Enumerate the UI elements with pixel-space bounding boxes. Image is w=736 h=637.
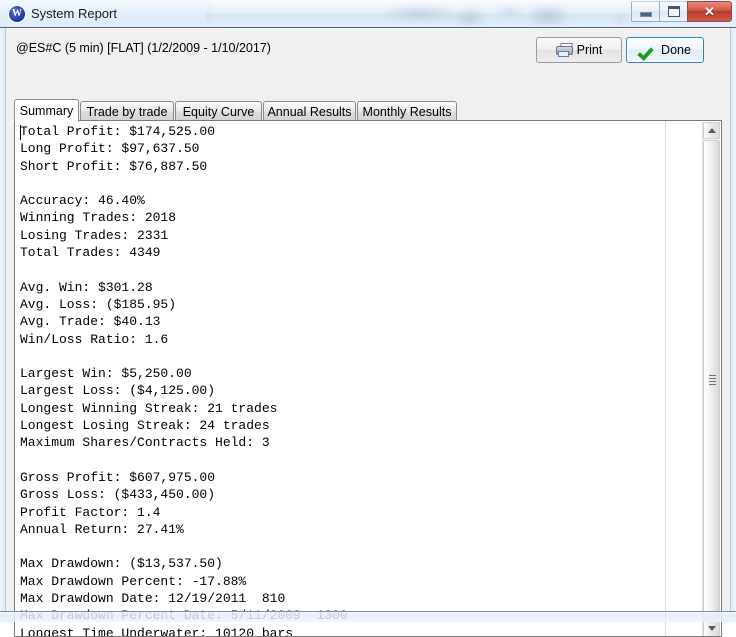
checkmark-icon — [639, 43, 656, 58]
done-button[interactable]: Done — [626, 37, 704, 63]
scroll-down-icon[interactable] — [703, 620, 720, 637]
wealthlab-w-icon: W — [9, 6, 25, 22]
vertical-scrollbar[interactable] — [702, 122, 720, 637]
report-tabstrip: Summary Trade by trade Equity Curve Annu… — [14, 99, 722, 121]
system-report-window: W System Report ✕ @ES#C (5 min) [FLAT] (… — [0, 0, 736, 622]
done-button-label: Done — [661, 43, 691, 57]
minimize-icon — [632, 2, 659, 21]
tab-monthly-results-label: Monthly Results — [363, 105, 452, 119]
close-icon: ✕ — [688, 2, 731, 21]
tab-equity-curve-label: Equity Curve — [183, 105, 255, 119]
window-frame-bottom — [0, 611, 736, 622]
tab-trade-by-trade-label: Trade by trade — [87, 105, 168, 119]
window-title: System Report — [31, 4, 117, 24]
window-caption-buttons: ✕ — [631, 1, 732, 23]
page-margin-guide — [665, 121, 666, 636]
minimize-button[interactable] — [631, 1, 660, 22]
print-button[interactable]: Print — [536, 37, 622, 63]
print-button-label: Print — [577, 43, 603, 57]
report-text-pane[interactable]: Total Profit: $174,525.00 Long Profit: $… — [14, 120, 722, 637]
scrollbar-grip — [709, 375, 716, 385]
tab-summary[interactable]: Summary — [14, 99, 79, 122]
scrollbar-thumb[interactable] — [703, 140, 720, 619]
close-button[interactable]: ✕ — [687, 1, 732, 22]
window-titlebar[interactable]: W System Report ✕ — [0, 0, 736, 28]
tab-monthly-results[interactable]: Monthly Results — [357, 101, 457, 121]
window-frame-right — [731, 28, 736, 611]
report-toolbar: @ES#C (5 min) [FLAT] (1/2/2009 - 1/10/20… — [6, 28, 730, 69]
printer-icon — [556, 43, 572, 57]
window-client-area: @ES#C (5 min) [FLAT] (1/2/2009 - 1/10/20… — [5, 28, 731, 611]
maximize-icon — [660, 2, 687, 21]
report-header-label: @ES#C (5 min) [FLAT] (1/2/2009 - 1/10/20… — [16, 41, 271, 55]
report-summary-text: Total Profit: $174,525.00 Long Profit: $… — [20, 123, 348, 637]
maximize-button[interactable] — [659, 1, 688, 22]
tab-annual-results[interactable]: Annual Results — [263, 101, 356, 121]
app-icon-letter: W — [9, 6, 25, 22]
tab-annual-results-label: Annual Results — [267, 105, 351, 119]
tab-summary-label: Summary — [20, 104, 73, 118]
tab-equity-curve[interactable]: Equity Curve — [175, 101, 262, 121]
tab-trade-by-trade[interactable]: Trade by trade — [80, 101, 174, 121]
scroll-up-icon[interactable] — [703, 122, 720, 139]
